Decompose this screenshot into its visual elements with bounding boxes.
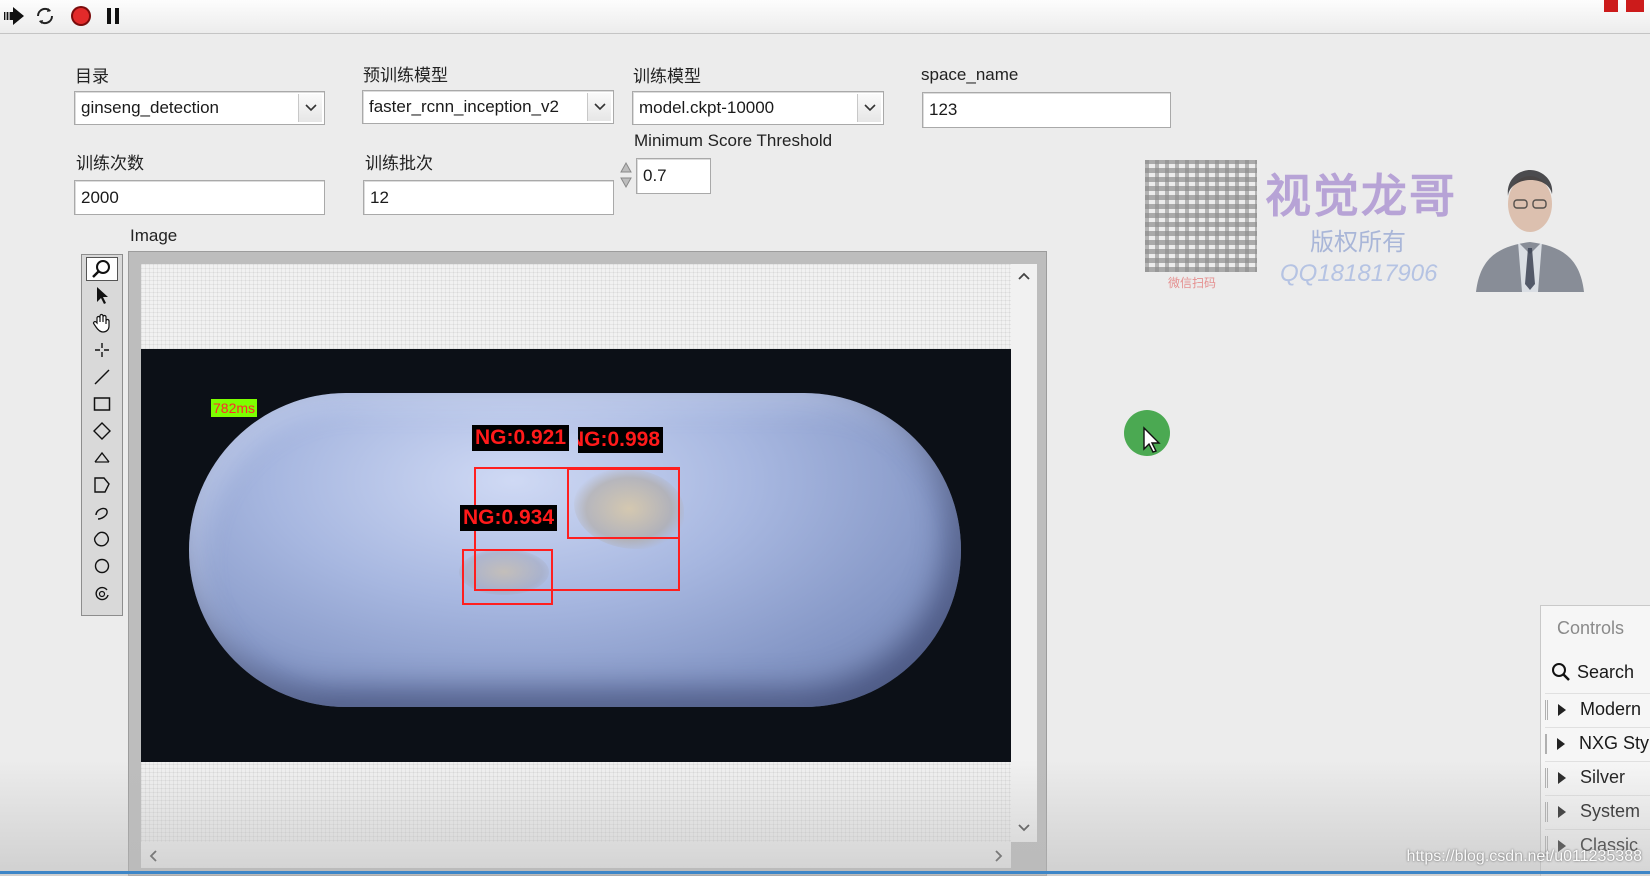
polygon-roi-icon[interactable] <box>86 473 118 497</box>
directory-label: 目录 <box>75 67 109 86</box>
detection-label: NG:0.998 <box>578 427 664 453</box>
palette-category-label: NXG Style <box>1579 733 1650 753</box>
controls-palette-title: Controls <box>1557 618 1625 638</box>
grip-icon <box>1545 767 1548 788</box>
chevron-down-icon[interactable] <box>587 93 611 121</box>
palette-category-label: System <box>1580 801 1641 821</box>
footer-url-watermark: https://blog.csdn.net/u011235388 <box>1406 848 1642 865</box>
pretrained-model-label: 预训练模型 <box>363 66 448 85</box>
scroll-down-icon[interactable] <box>1018 824 1030 832</box>
watermark-portrait <box>1472 160 1588 292</box>
watermark-qq: QQ181817906 <box>1280 260 1438 287</box>
point-roi-icon[interactable] <box>86 338 118 362</box>
rectangle-roi-icon[interactable] <box>86 392 118 416</box>
pretrained-model-value: faster_rcnn_inception_v2 <box>369 97 559 116</box>
chevron-down-icon[interactable] <box>857 94 881 122</box>
search-icon <box>1552 663 1570 681</box>
detection-box <box>567 468 680 539</box>
grip-icon <box>1545 699 1548 720</box>
vi-toolbar <box>0 0 1650 34</box>
expand-triangle-icon <box>1558 771 1566 784</box>
palette-category-system[interactable]: System <box>1545 795 1650 827</box>
zoom-icon[interactable] <box>86 257 118 281</box>
palette-category-modern[interactable]: Modern <box>1545 693 1650 725</box>
min-score-label: Minimum Score Threshold <box>634 131 833 150</box>
min-score-input[interactable]: 0.7 <box>636 158 711 194</box>
image-tool-palette <box>81 254 123 616</box>
qr-code-watermark <box>1145 160 1257 272</box>
directory-value: ginseng_detection <box>81 98 220 117</box>
grip-icon <box>1545 733 1547 754</box>
elapsed-time-label: 782ms <box>211 399 258 417</box>
space-name-input[interactable]: 123 <box>922 92 1171 128</box>
palette-category-silver[interactable]: Silver <box>1545 761 1650 793</box>
grip-icon <box>1545 801 1548 822</box>
pointer-icon[interactable] <box>86 284 118 308</box>
line-roi-icon[interactable] <box>86 365 118 389</box>
train-model-combobox[interactable]: model.ckpt-10000 <box>632 91 884 125</box>
horizontal-scrollbar[interactable] <box>141 842 1011 868</box>
palette-category-label: Modern <box>1580 699 1642 719</box>
expand-triangle-icon <box>1557 737 1565 750</box>
capsule-photo: 782ms NG:0.921 NG:0.998 NG:0.934 <box>141 349 1011 762</box>
watermark-title: 视觉龙哥 <box>1265 169 1457 223</box>
train-model-label: 训练模型 <box>633 67 701 86</box>
mouse-cursor-icon <box>1143 426 1161 453</box>
vertical-scrollbar[interactable] <box>1011 264 1037 842</box>
scroll-left-icon[interactable] <box>149 850 157 862</box>
expand-triangle-icon <box>1558 703 1566 716</box>
pretrained-model-combobox[interactable]: faster_rcnn_inception_v2 <box>362 90 614 124</box>
palette-category-label: Silver <box>1580 767 1626 787</box>
scroll-right-icon[interactable] <box>995 850 1003 862</box>
controls-search-label: Search <box>1577 661 1635 682</box>
freehand-line-roi-icon[interactable] <box>86 500 118 524</box>
rotated-rectangle-roi-icon[interactable] <box>86 419 118 443</box>
controls-palette: Controls Search Modern NXG Style Silver … <box>1540 605 1650 876</box>
abort-stop-icon[interactable] <box>69 4 93 28</box>
min-score-stepper[interactable] <box>618 155 634 195</box>
space-name-label: space_name <box>921 65 1019 84</box>
chevron-down-icon[interactable] <box>298 94 322 122</box>
train-batch-label: 训练批次 <box>365 154 433 173</box>
detection-box <box>462 549 553 605</box>
broken-annulus-roi-icon[interactable] <box>86 581 118 605</box>
oval-roi-icon[interactable] <box>86 554 118 578</box>
detection-label: NG:0.921 <box>472 425 570 451</box>
train-steps-input[interactable]: 2000 <box>74 180 325 215</box>
detection-label: NG:0.934 <box>460 505 558 531</box>
palette-category-nxg-style[interactable]: NXG Style <box>1545 727 1650 759</box>
train-batch-input[interactable]: 12 <box>363 180 614 215</box>
pan-hand-icon[interactable] <box>86 311 118 335</box>
watermark-subtitle: 版权所有 <box>1310 228 1406 256</box>
expand-triangle-icon <box>1558 805 1566 818</box>
train-steps-label: 训练次数 <box>76 154 144 173</box>
directory-combobox[interactable]: ginseng_detection <box>74 91 325 125</box>
watermark-scan-text: 微信扫码 <box>1168 276 1217 290</box>
corner-logo <box>1596 0 1650 14</box>
freehand-region-roi-icon[interactable] <box>86 527 118 551</box>
scroll-up-icon[interactable] <box>1018 272 1030 280</box>
annulus-roi-icon[interactable] <box>86 446 118 470</box>
run-arrow-icon[interactable] <box>2 4 26 28</box>
train-model-value: model.ckpt-10000 <box>639 98 775 117</box>
image-label: Image <box>130 226 178 245</box>
run-continuously-icon[interactable] <box>33 4 57 28</box>
bottom-progress-line <box>0 871 1650 874</box>
pause-icon[interactable] <box>101 4 125 28</box>
controls-search-button[interactable]: Search <box>1551 656 1650 688</box>
